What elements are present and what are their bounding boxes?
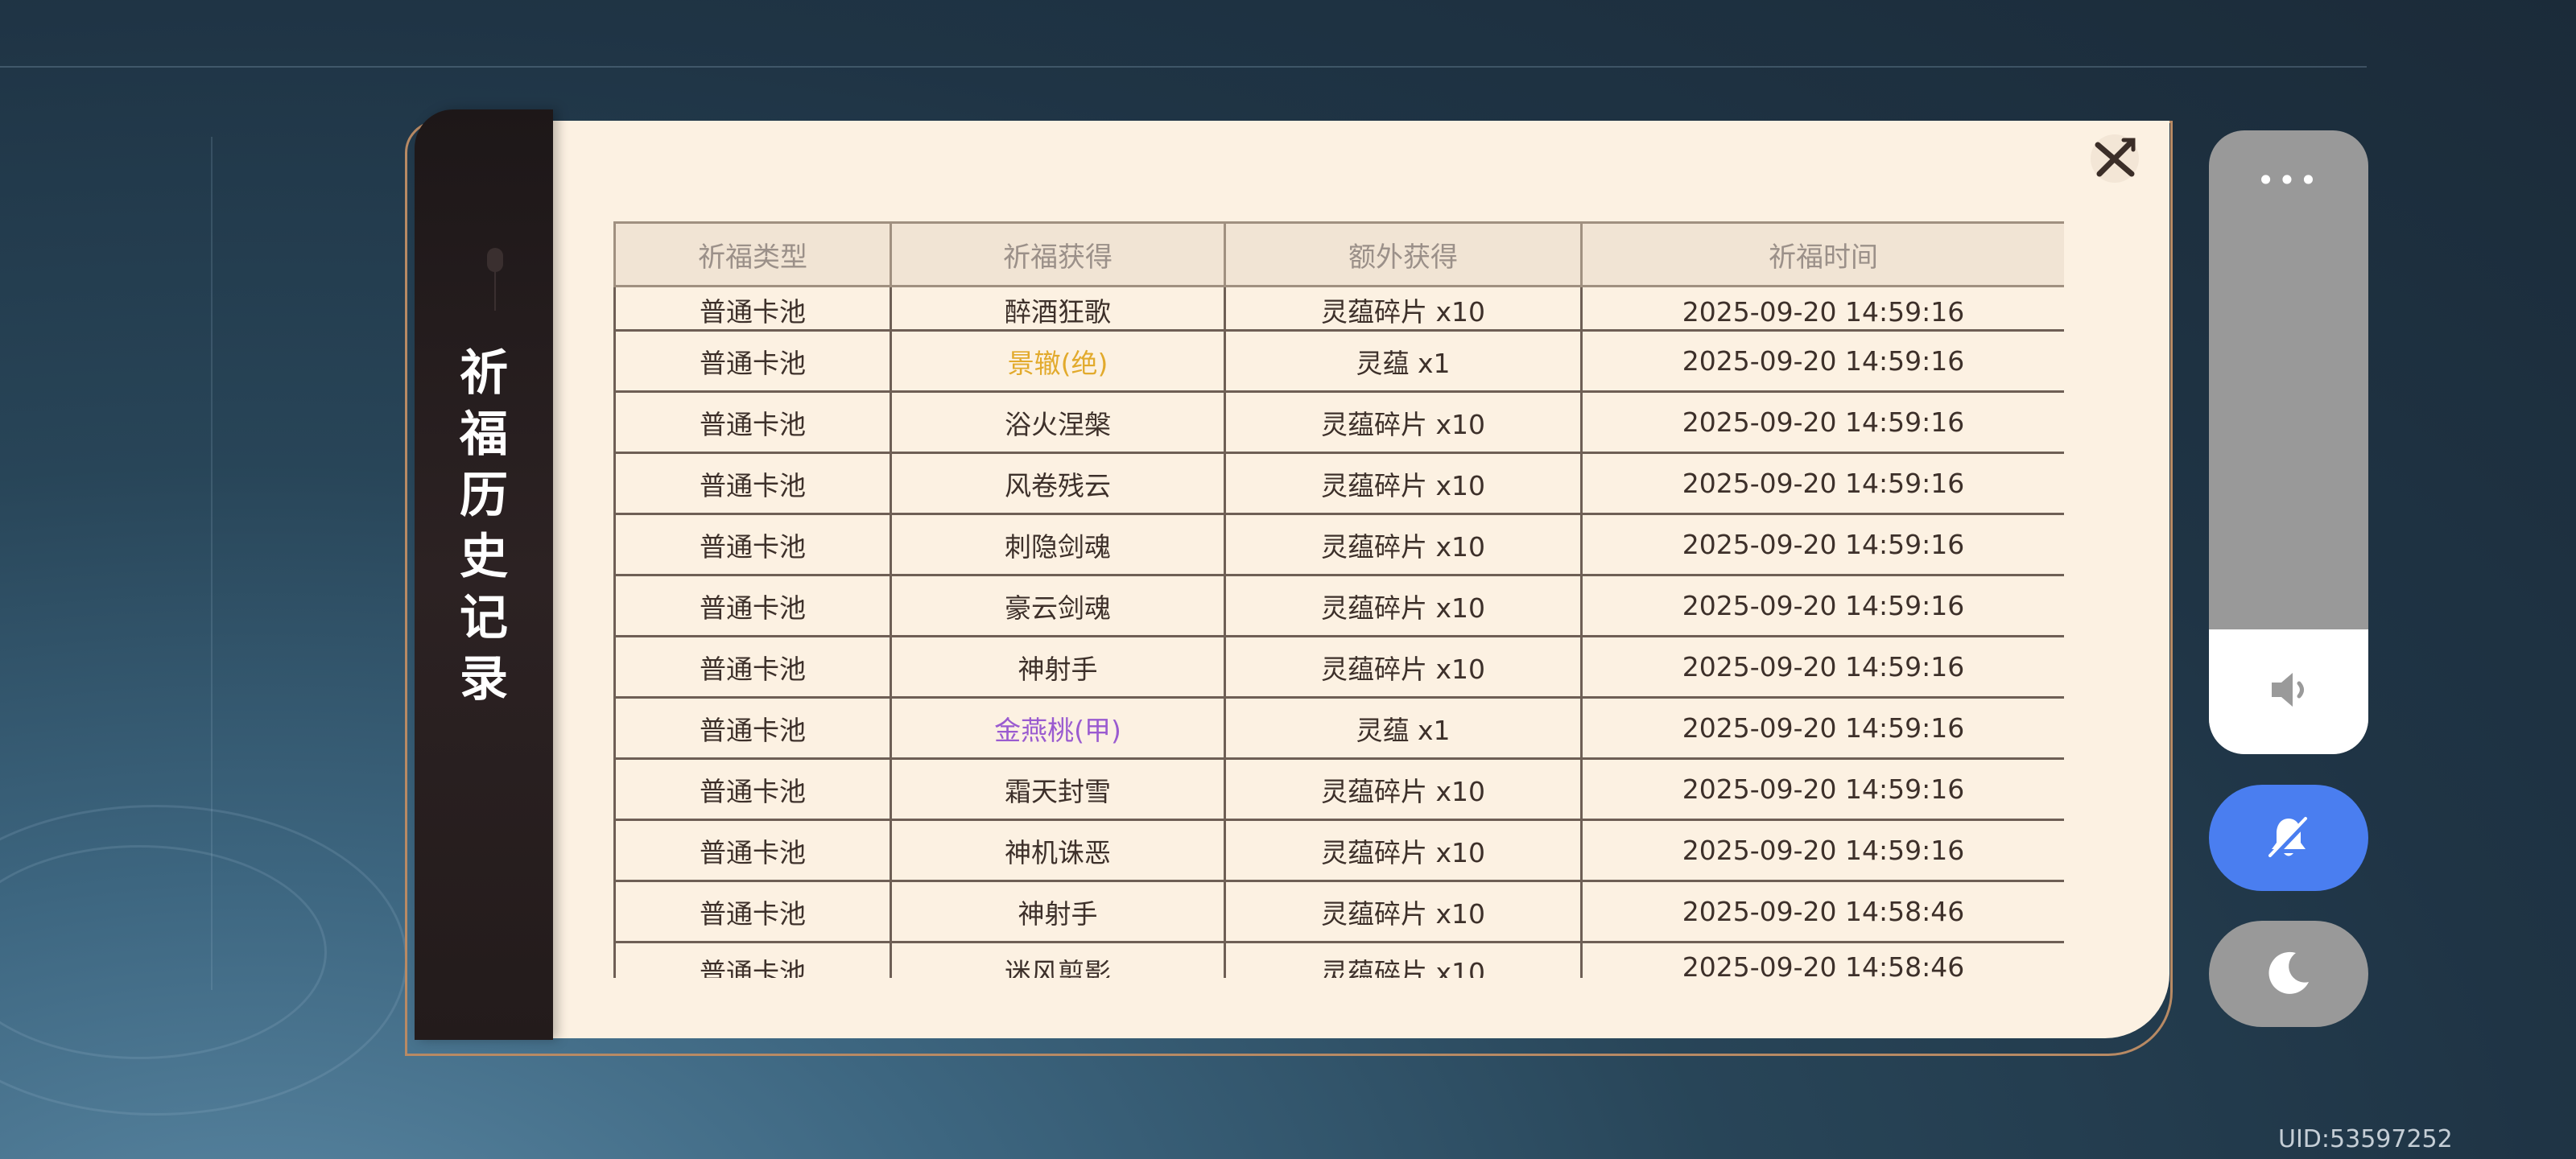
- mute-bell-icon: [2268, 817, 2310, 860]
- background-ring: [0, 805, 407, 1116]
- cell-type: 普通卡池: [700, 296, 806, 328]
- cell-extra: 灵蕴碎片 x10: [1320, 296, 1485, 328]
- table-row: 普通卡池 神射手 灵蕴碎片 x10 2025-09-20 14:59:16: [613, 635, 2064, 699]
- cell-item: 浴火涅槃: [890, 390, 1226, 454]
- cell-type: 普通卡池: [700, 957, 806, 978]
- cell-time: 2025-09-20 14:58:46: [1580, 880, 2064, 943]
- dialog-title: 祈福历史记录: [460, 345, 508, 707]
- header-pray-item: 祈福获得: [890, 221, 1226, 287]
- cell-time: 2025-09-20 14:59:16: [1580, 390, 2064, 454]
- cell-extra: 灵蕴碎片 x10: [1224, 452, 1583, 515]
- cell-item: 神机诛恶: [890, 819, 1226, 882]
- cell-type: 普通卡池: [613, 757, 892, 821]
- header-pray-time: 祈福时间: [1580, 221, 2064, 287]
- cell-extra: 灵蕴碎片 x10: [1224, 757, 1583, 821]
- table-row: 普通卡池 霜天封雪 灵蕴碎片 x10 2025-09-20 14:59:16: [613, 757, 2064, 821]
- cell-item: 豪云剑魂: [890, 574, 1226, 637]
- cell-item: 醉酒狂歌: [1005, 296, 1111, 328]
- cell-extra: 灵蕴 x1: [1224, 696, 1583, 760]
- cell-time: 2025-09-20 14:59:16: [1580, 757, 2064, 821]
- cell-time: 2025-09-20 14:59:16: [1580, 452, 2064, 515]
- volume-fill: [2209, 629, 2368, 754]
- close-button[interactable]: [2088, 132, 2141, 185]
- table-row: 普通卡池 风卷残云 灵蕴碎片 x10 2025-09-20 14:59:16: [613, 452, 2064, 515]
- tab-line: [494, 270, 496, 311]
- cell-type: 普通卡池: [613, 390, 892, 454]
- table-row: 普通卡池 醉酒狂歌 灵蕴碎片 x10 2025-09-20 14:59:16: [613, 285, 2064, 332]
- history-table: 祈福类型 祈福获得 额外获得 祈福时间 普通卡池 醉酒狂歌 灵蕴碎片 x10 2…: [613, 221, 2064, 978]
- do-not-disturb-button[interactable]: [2209, 921, 2368, 1027]
- cell-time: 2025-09-20 14:59:16: [1580, 819, 2064, 882]
- cell-extra: 灵蕴碎片 x10: [1320, 957, 1485, 978]
- cell-time: 2025-09-20 14:59:16: [1580, 329, 2064, 393]
- cell-item: 风卷残云: [890, 452, 1226, 515]
- cell-item: 神射手: [890, 880, 1226, 943]
- cell-item: 金燕桃(甲): [890, 696, 1226, 760]
- cell-type: 普通卡池: [613, 819, 892, 882]
- volume-slider[interactable]: •••: [2209, 130, 2368, 754]
- cell-extra: 灵蕴碎片 x10: [1224, 819, 1583, 882]
- history-table-container[interactable]: 祈福类型 祈福获得 额外获得 祈福时间 普通卡池 醉酒狂歌 灵蕴碎片 x10 2…: [613, 221, 2064, 978]
- dialog-side-tab: 祈福历史记录: [415, 109, 553, 1040]
- tab-knob-icon: [487, 248, 503, 272]
- cell-extra: 灵蕴碎片 x10: [1224, 390, 1583, 454]
- cell-type: 普通卡池: [613, 574, 892, 637]
- cell-type: 普通卡池: [613, 696, 892, 760]
- more-icon[interactable]: •••: [2209, 163, 2368, 198]
- cell-extra: 灵蕴 x1: [1224, 329, 1583, 393]
- close-icon: [2091, 134, 2139, 183]
- moon-icon: [2268, 951, 2309, 994]
- cell-time: 2025-09-20 14:58:46: [1682, 951, 1965, 978]
- cell-time: 2025-09-20 14:59:16: [1580, 696, 2064, 760]
- cell-item: 迷风剪影: [1005, 957, 1111, 978]
- table-header-row: 祈福类型 祈福获得 额外获得 祈福时间: [613, 221, 2064, 287]
- table-row: 普通卡池 刺隐剑魂 灵蕴碎片 x10 2025-09-20 14:59:16: [613, 513, 2064, 576]
- cell-item: 刺隐剑魂: [890, 513, 1226, 576]
- cell-time: 2025-09-20 14:59:16: [1682, 296, 1965, 328]
- table-row: 普通卡池 神机诛恶 灵蕴碎片 x10 2025-09-20 14:59:16: [613, 819, 2064, 882]
- cell-extra: 灵蕴碎片 x10: [1224, 574, 1583, 637]
- mute-toggle-button[interactable]: [2209, 785, 2368, 891]
- table-row: 普通卡池 金燕桃(甲) 灵蕴 x1 2025-09-20 14:59:16: [613, 696, 2064, 760]
- cell-type: 普通卡池: [613, 329, 892, 393]
- cell-type: 普通卡池: [613, 880, 892, 943]
- table-row: 普通卡池 豪云剑魂 灵蕴碎片 x10 2025-09-20 14:59:16: [613, 574, 2064, 637]
- cell-extra: 灵蕴碎片 x10: [1224, 635, 1583, 699]
- cell-type: 普通卡池: [613, 513, 892, 576]
- table-row: 普通卡池 景辙(绝) 灵蕴 x1 2025-09-20 14:59:16: [613, 329, 2064, 393]
- cell-time: 2025-09-20 14:59:16: [1580, 574, 2064, 637]
- user-id-label: UID:53597252: [2278, 1125, 2453, 1153]
- cell-time: 2025-09-20 14:59:16: [1580, 635, 2064, 699]
- table-row: 普通卡池 神射手 灵蕴碎片 x10 2025-09-20 14:58:46: [613, 880, 2064, 943]
- cell-item: 神射手: [890, 635, 1226, 699]
- cell-type: 普通卡池: [613, 635, 892, 699]
- background-divider: [0, 66, 2367, 68]
- header-pray-type: 祈福类型: [613, 221, 892, 287]
- table-row: 普通卡池 浴火涅槃 灵蕴碎片 x10 2025-09-20 14:59:16: [613, 390, 2064, 454]
- table-row: 普通卡池 迷风剪影 灵蕴碎片 x10 2025-09-20 14:58:46: [613, 941, 2064, 978]
- cell-time: 2025-09-20 14:59:16: [1580, 513, 2064, 576]
- speaker-icon: [2272, 673, 2304, 707]
- cell-extra: 灵蕴碎片 x10: [1224, 880, 1583, 943]
- cell-item: 霜天封雪: [890, 757, 1226, 821]
- cell-type: 普通卡池: [613, 452, 892, 515]
- cell-extra: 灵蕴碎片 x10: [1224, 513, 1583, 576]
- header-extra-item: 额外获得: [1224, 221, 1583, 287]
- cell-item: 景辙(绝): [890, 329, 1226, 393]
